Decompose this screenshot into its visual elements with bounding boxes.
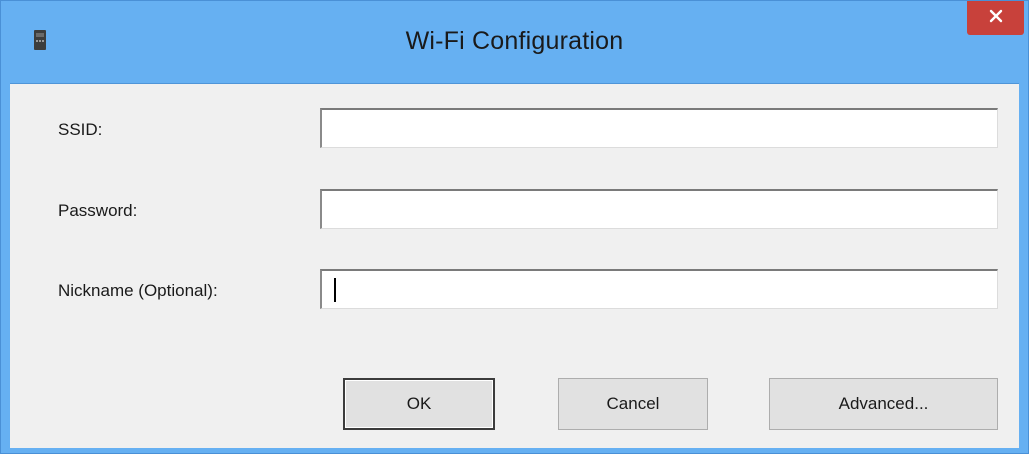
- text-caret: [334, 278, 336, 302]
- password-input[interactable]: [320, 189, 998, 229]
- cancel-button[interactable]: Cancel: [558, 378, 708, 430]
- ssid-label: SSID:: [58, 120, 103, 139]
- ssid-input[interactable]: [320, 108, 998, 148]
- nickname-input[interactable]: [320, 269, 998, 309]
- dialog-body: SSID: Password: Nickname (Optional): OK …: [10, 83, 1019, 448]
- nickname-label: Nickname (Optional):: [58, 281, 218, 300]
- window-title: Wi-Fi Configuration: [405, 27, 624, 55]
- close-button[interactable]: [967, 1, 1024, 35]
- password-label: Password:: [58, 201, 138, 220]
- ok-button[interactable]: OK: [343, 378, 495, 430]
- close-icon: [989, 9, 1003, 28]
- title-bar[interactable]: Wi-Fi Configuration: [1, 1, 1028, 83]
- advanced-button[interactable]: Advanced...: [769, 378, 998, 430]
- wifi-configuration-dialog: Wi-Fi Configuration SSID: Password: Nick…: [0, 0, 1029, 454]
